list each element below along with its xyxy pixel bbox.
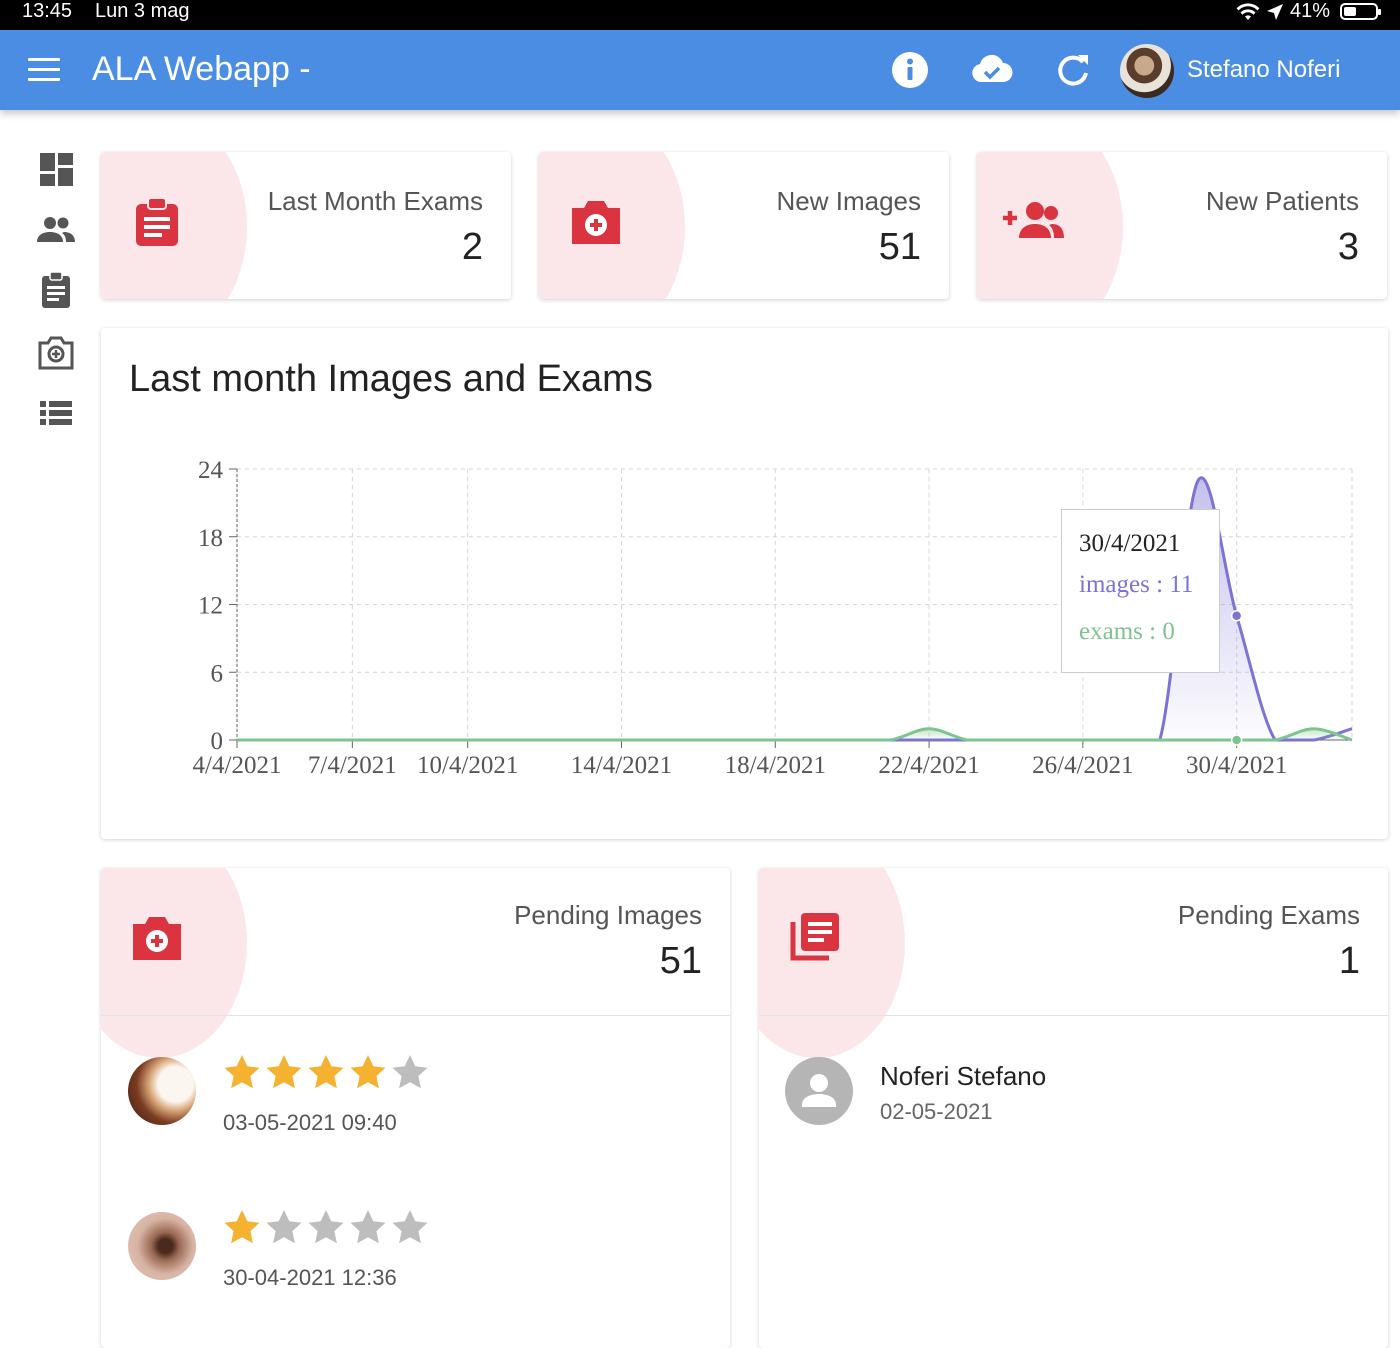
star-filled-icon[interactable] <box>265 1054 303 1090</box>
user-avatar[interactable] <box>1120 44 1174 98</box>
y-tick-label: 0 <box>211 728 224 755</box>
star-empty-icon[interactable] <box>349 1209 387 1245</box>
stat-label: New Patients <box>1205 186 1359 216</box>
info-icon[interactable] <box>890 50 930 90</box>
library-books-icon <box>790 913 839 961</box>
x-tick-label: 26/4/2021 <box>1032 752 1133 779</box>
chart-card: Last month Images and Exams 0 6 12 18 24 4/4/… <box>101 328 1388 839</box>
card-divider <box>101 1015 730 1016</box>
star-empty-icon[interactable] <box>391 1209 429 1245</box>
y-tick-label: 18 <box>198 525 223 552</box>
x-tick-label: 14/4/2021 <box>571 752 672 779</box>
star-filled-icon[interactable] <box>223 1209 261 1245</box>
stat-value: 1 <box>1338 940 1360 982</box>
app-bar: ALA Webapp - Stefano Noferi <box>0 30 1400 110</box>
list-item[interactable]: 03-05-2021 09:40 <box>101 1048 730 1168</box>
camera-icon[interactable] <box>36 332 76 372</box>
stat-card-new-images[interactable]: New Images 51 <box>539 152 949 299</box>
image-thumbnail <box>128 1212 196 1280</box>
active-point-images[interactable] <box>1230 610 1243 622</box>
x-tick-label: 4/4/2021 <box>193 752 282 779</box>
stat-value: 51 <box>659 940 702 982</box>
stat-label: Last Month Exams <box>267 186 483 216</box>
add-group-icon <box>1003 202 1064 238</box>
menu-button[interactable] <box>28 58 60 82</box>
y-tick-label: 6 <box>211 660 224 687</box>
list-icon[interactable] <box>36 393 76 433</box>
rating-stars <box>223 1054 429 1090</box>
wifi-icon <box>1236 2 1260 20</box>
rating-stars <box>223 1209 429 1245</box>
list-item[interactable]: 30-04-2021 12:36 <box>101 1203 730 1323</box>
refresh-icon[interactable] <box>1053 50 1093 90</box>
menu-icon-line <box>28 78 60 81</box>
image-datetime: 03-05-2021 09:40 <box>223 1110 397 1135</box>
status-indicators: 41% <box>1236 0 1381 23</box>
status-date: Lun 3 mag <box>95 0 190 22</box>
clipboard-icon[interactable] <box>36 270 76 310</box>
stat-label: Pending Images <box>514 900 702 930</box>
star-empty-icon[interactable] <box>265 1209 303 1245</box>
y-tick-label: 24 <box>198 457 224 484</box>
pending-images-card: Pending Images 51 03-05-2021 09:40 30-04… <box>101 868 730 1348</box>
location-arrow-icon <box>1266 3 1283 20</box>
x-tick-label: 10/4/2021 <box>417 752 518 779</box>
status-time: 13:45 <box>22 0 73 22</box>
pending-exams-card: Pending Exams 1 Noferi Stefano 02-05-202… <box>759 868 1388 1348</box>
camera-add-icon <box>133 917 181 960</box>
card-icon-background <box>759 868 905 1058</box>
star-filled-icon[interactable] <box>349 1054 387 1090</box>
cloud-done-icon[interactable] <box>970 50 1014 90</box>
account-circle-icon <box>785 1057 853 1125</box>
status-bar: 13:45 Lun 3 mag 41% <box>0 0 1400 30</box>
tooltip-images: images : 11 <box>1079 571 1194 598</box>
image-datetime: 30-04-2021 12:36 <box>223 1265 397 1290</box>
x-tick-label: 18/4/2021 <box>725 752 826 779</box>
y-tick-label: 12 <box>198 593 223 620</box>
active-point-exams[interactable] <box>1230 734 1243 746</box>
tooltip-exams: exams : 0 <box>1079 618 1175 645</box>
patient-name: Noferi Stefano <box>880 1061 1047 1091</box>
people-icon[interactable] <box>36 210 76 250</box>
stat-label: New Images <box>776 186 922 216</box>
chart-tooltip: 30/4/2021 images : 11 exams : 0 <box>1061 509 1220 673</box>
stat-value: 51 <box>878 226 921 268</box>
exam-date: 02-05-2021 <box>880 1099 993 1124</box>
sidebar <box>0 110 100 1323</box>
stat-label: Pending Exams <box>1177 900 1360 930</box>
tooltip-date: 30/4/2021 <box>1079 530 1181 557</box>
camera-add-icon <box>572 201 620 244</box>
star-empty-icon[interactable] <box>307 1209 345 1245</box>
x-tick-label: 30/4/2021 <box>1186 752 1287 779</box>
assignment-icon <box>136 197 178 246</box>
app-title: ALA Webapp - <box>92 50 311 88</box>
battery-icon <box>1340 3 1381 20</box>
menu-icon-line <box>28 58 60 61</box>
user-name[interactable]: Stefano Noferi <box>1187 56 1340 84</box>
dashboard-icon[interactable] <box>36 150 76 190</box>
stat-value: 2 <box>461 226 483 268</box>
card-divider <box>759 1015 1388 1016</box>
image-thumbnail <box>128 1057 196 1125</box>
x-tick-label: 22/4/2021 <box>878 752 979 779</box>
list-item[interactable]: Noferi Stefano 02-05-2021 <box>759 1048 1388 1168</box>
star-filled-icon[interactable] <box>307 1054 345 1090</box>
x-tick-label: 7/4/2021 <box>308 752 397 779</box>
stat-value: 3 <box>1337 226 1359 268</box>
battery-percent: 41% <box>1289 0 1330 22</box>
stat-card-last-month-exams[interactable]: Last Month Exams 2 <box>101 152 511 299</box>
star-filled-icon[interactable] <box>223 1054 261 1090</box>
star-empty-icon[interactable] <box>391 1054 429 1090</box>
menu-icon-line <box>28 68 60 71</box>
stat-card-new-patients[interactable]: New Patients 3 <box>977 152 1387 299</box>
